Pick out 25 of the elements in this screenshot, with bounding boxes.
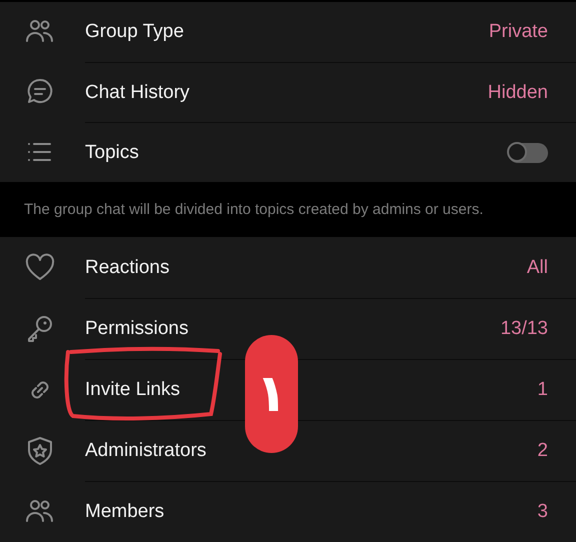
row-value: Hidden <box>488 82 548 104</box>
settings-row[interactable]: Group Type Private <box>0 2 576 62</box>
row-label: Topics <box>85 142 139 162</box>
annotation-badge: ١ <box>245 335 298 453</box>
settings-row[interactable]: Reactions All <box>0 237 576 298</box>
row-value: All <box>526 256 548 278</box>
row-value: 2 <box>537 440 548 462</box>
row-label: Permissions <box>85 318 188 339</box>
settings-row[interactable]: Administrators 2 <box>0 420 576 481</box>
settings-row[interactable]: Permissions 13/13 <box>0 298 576 359</box>
row-label: Members <box>85 501 164 522</box>
row-value: 13/13 <box>500 318 548 340</box>
row-value: 3 <box>537 501 548 523</box>
row-label: Group Type <box>85 21 184 42</box>
row-label: Reactions <box>85 256 170 278</box>
row-value: 1 <box>537 379 548 401</box>
hint-text: The group chat will be divided into topics created by admins or users. <box>24 201 484 218</box>
toggle-switch[interactable] <box>508 142 548 162</box>
row-value: Private <box>488 21 548 43</box>
row-label: Invite Links <box>85 379 180 400</box>
settings-row[interactable]: Topics <box>0 122 576 182</box>
settings-row[interactable]: Chat History Hidden <box>0 62 576 122</box>
row-label: Administrators <box>85 440 206 461</box>
row-label: Chat History <box>85 82 190 102</box>
settings-row[interactable]: Members 3 <box>0 481 576 542</box>
